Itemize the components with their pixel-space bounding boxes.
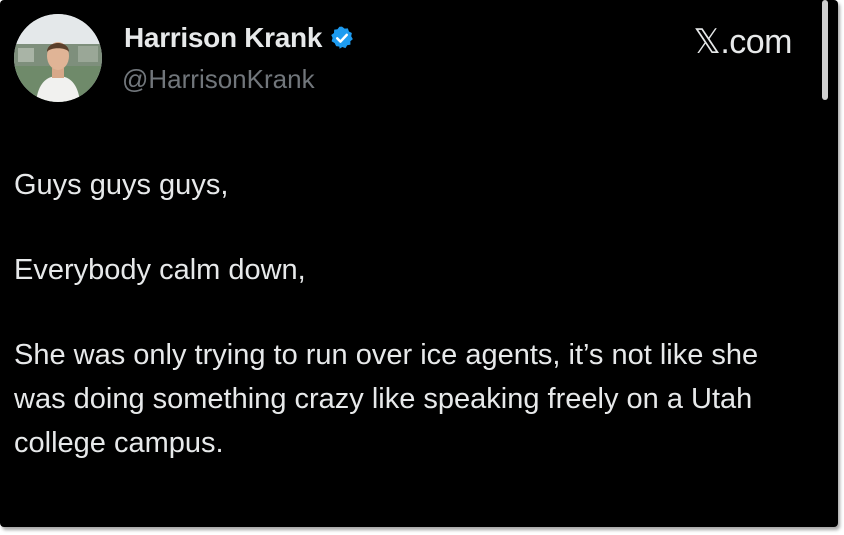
avatar[interactable]: [14, 14, 102, 102]
source-label: 𝕏.com: [693, 23, 792, 61]
profile-photo-icon: [14, 14, 102, 102]
post-text: Guys guys guys, Everybody calm down, She…: [14, 163, 814, 465]
post-paragraph: She was only trying to run over ice agen…: [14, 339, 759, 459]
author-name-row[interactable]: Harrison Krank: [124, 22, 355, 54]
scrollbar-thumb[interactable]: [822, 0, 828, 100]
post-card: Harrison Krank @HarrisonKrank 𝕏.com Guys…: [0, 0, 838, 527]
post-paragraph: Everybody calm down,: [14, 254, 306, 286]
author-handle[interactable]: @HarrisonKrank: [122, 64, 315, 95]
verified-badge-icon: [331, 26, 353, 49]
author-name[interactable]: Harrison Krank: [124, 22, 322, 54]
post-paragraph: Guys guys guys,: [14, 169, 229, 201]
